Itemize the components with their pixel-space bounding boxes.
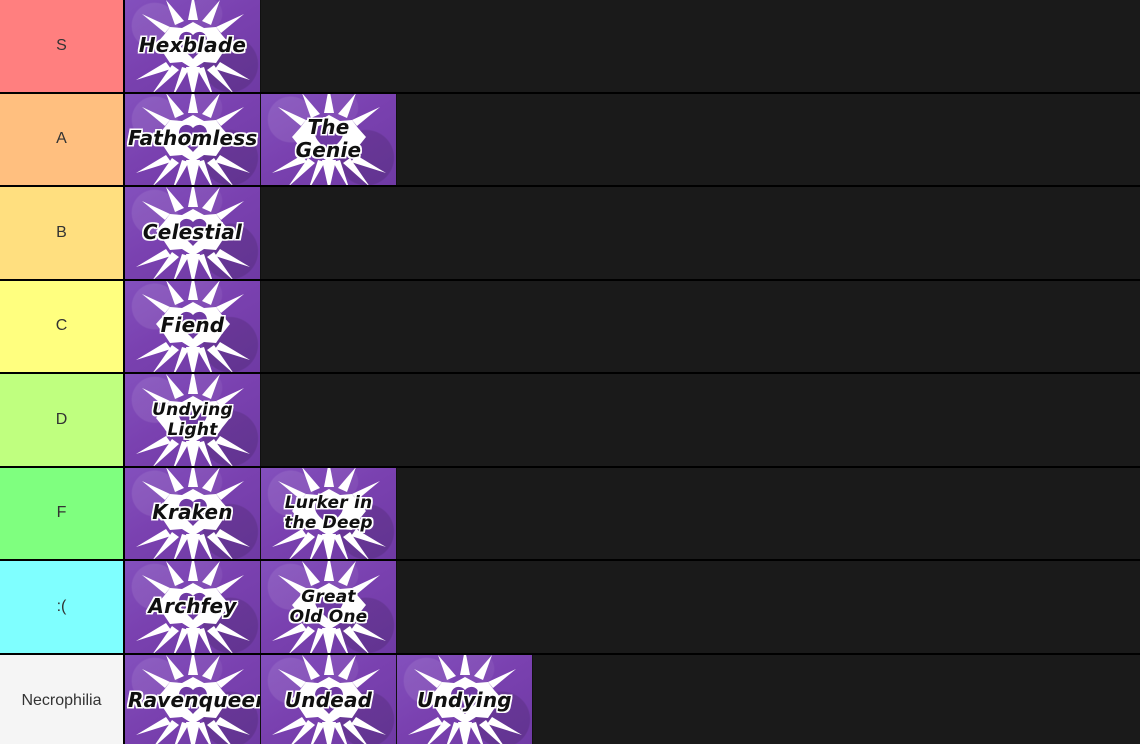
- tier-item-card[interactable]: Fiend: [125, 280, 261, 372]
- tier-item-title: The Genie: [295, 114, 362, 163]
- tier-label-b[interactable]: B: [0, 187, 125, 279]
- tier-items--[interactable]: Archfey Great Old One: [125, 561, 1140, 653]
- tier-item-title: Celestial: [142, 219, 243, 244]
- tier-list: S Hexblade A Fathomless The Genie B Celestial C F…: [0, 0, 1140, 744]
- tier-label-d[interactable]: D: [0, 374, 125, 466]
- tier-item-card[interactable]: Great Old One: [261, 561, 397, 653]
- tier-row: F Kraken Lurker in the Deep: [0, 467, 1140, 561]
- tier-items-a[interactable]: Fathomless The Genie: [125, 93, 1140, 185]
- tiermaker-page: TIERMAKER SHexbladeAFathomlessTheGenieBC…: [0, 0, 1140, 744]
- tier-item-title: Fiend: [160, 313, 225, 338]
- tier-item-card[interactable]: Ravenqueen: [125, 654, 261, 744]
- tier-item-title: Undead: [284, 687, 373, 712]
- tier-item-card[interactable]: The Genie: [261, 93, 397, 185]
- tier-label-s[interactable]: S: [0, 0, 125, 92]
- tier-items-b[interactable]: Celestial: [125, 187, 1140, 279]
- tier-row: A Fathomless The Genie: [0, 93, 1140, 187]
- tier-item-title: Kraken: [152, 500, 233, 525]
- tier-row: B Celestial: [0, 187, 1140, 281]
- tier-label-f[interactable]: F: [0, 467, 125, 559]
- tier-item-title: Fathomless: [128, 126, 258, 151]
- tier-items-s[interactable]: Hexblade: [125, 0, 1140, 92]
- tier-label-c[interactable]: C: [0, 280, 125, 372]
- tier-items-f[interactable]: Kraken Lurker in the Deep: [125, 467, 1140, 559]
- tier-item-card[interactable]: Kraken: [125, 467, 261, 559]
- tier-item-title: Lurker in the Deep: [284, 493, 373, 534]
- tier-item-card[interactable]: Hexblade: [125, 0, 261, 92]
- tier-row: C Fiend: [0, 280, 1140, 374]
- tier-label-necrophilia[interactable]: Necrophilia: [0, 654, 125, 744]
- tier-items-d[interactable]: Undying Light: [125, 374, 1140, 466]
- tier-row: Necrophilia Ravenqueen Undead Undying: [0, 654, 1140, 744]
- tier-item-title: Archfey: [148, 593, 237, 618]
- tier-item-title: Ravenqueen: [128, 687, 261, 712]
- tier-item-card[interactable]: Celestial: [125, 187, 261, 279]
- tier-item-card[interactable]: Undying Light: [125, 374, 261, 466]
- tier-label--[interactable]: :(: [0, 561, 125, 653]
- tier-item-title: Undying: [417, 687, 512, 712]
- tier-item-card[interactable]: Undying: [397, 654, 533, 744]
- tier-item-card[interactable]: Lurker in the Deep: [261, 467, 397, 559]
- tier-item-card[interactable]: Archfey: [125, 561, 261, 653]
- tier-row: :( Archfey Great Old One: [0, 561, 1140, 655]
- tier-row: D Undying Light: [0, 374, 1140, 468]
- tier-item-title: Undying Light: [152, 399, 233, 440]
- tier-item-title: Great Old One: [289, 586, 368, 627]
- tier-items-c[interactable]: Fiend: [125, 280, 1140, 372]
- tier-item-card[interactable]: Undead: [261, 654, 397, 744]
- tier-items-necrophilia[interactable]: Ravenqueen Undead Undying: [125, 654, 1140, 744]
- tier-row: S Hexblade: [0, 0, 1140, 94]
- tier-item-card[interactable]: Fathomless: [125, 93, 261, 185]
- tier-label-a[interactable]: A: [0, 93, 125, 185]
- tier-item-title: Hexblade: [138, 32, 247, 57]
